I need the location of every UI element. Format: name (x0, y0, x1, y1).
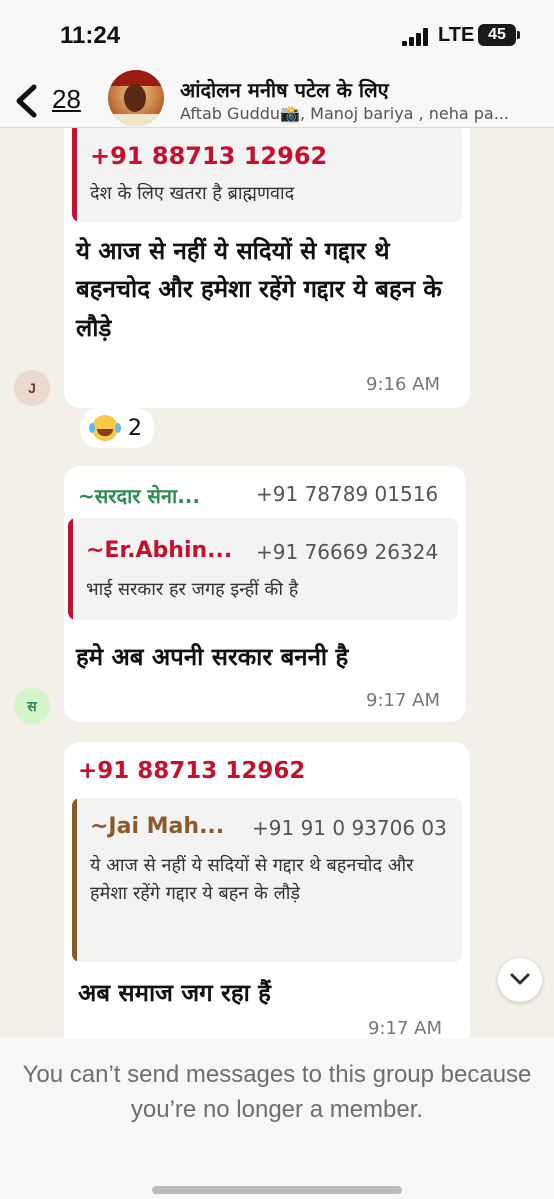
message-time: 9:17 AM (368, 1018, 442, 1038)
battery-icon: 45 (478, 24, 520, 46)
quoted-sender: ~Er.Abhin... (86, 538, 233, 563)
sender-phone: +91 78789 01516 (256, 482, 439, 506)
quoted-text: ये आज से नहीं ये सदियों से गद्दार थे बहन… (90, 855, 414, 904)
composer-area: You can’t send messages to this group be… (0, 1038, 554, 1199)
unread-count: 28 (52, 84, 81, 114)
quoted-sender: ~Jai Mah... (90, 814, 225, 839)
quoted-text: देश के लिए खतरा है ब्राह्मणवाद (90, 183, 295, 204)
scroll-to-bottom-button[interactable] (498, 958, 542, 1002)
group-title[interactable]: आंदोलन मनीष पटेल के लिए (180, 76, 389, 103)
sender-avatar[interactable]: स (14, 688, 50, 724)
signal-icon (402, 28, 432, 46)
chat-header: 28 आंदोलन मनीष पटेल के लिए Aftab Guddu📸,… (0, 70, 554, 128)
message-bubble[interactable]: ~सरदार सेना... +91 78789 01516 ~Er.Abhin… (64, 466, 466, 722)
quoted-message[interactable]: ~Jai Mah... +91 91 0 93706 03 ये आज से न… (72, 798, 462, 962)
battery-level: 45 (488, 26, 506, 43)
quoted-text: भाई सरकार हर जगह इन्हीं की है (86, 579, 299, 600)
quoted-phone: +91 76669 26324 (256, 540, 439, 564)
quoted-phone: +91 91 0 93706 03 (252, 816, 447, 840)
sender-name[interactable]: +91 88713 12962 (78, 758, 305, 784)
clock: 11:24 (60, 22, 121, 49)
message-time: 9:16 AM (366, 374, 440, 395)
quoted-message[interactable]: ~Er.Abhin... +91 76669 26324 भाई सरकार ह… (68, 518, 458, 620)
chevron-down-icon (510, 973, 530, 985)
message-text: हमे अब अपनी सरकार बननी है (76, 643, 349, 671)
sender-name[interactable]: ~सरदार सेना... (78, 482, 200, 509)
message-bubble[interactable]: +91 88713 12962 देश के लिए खतरा है ब्राह… (64, 128, 470, 408)
not-member-notice: You can’t send messages to this group be… (22, 1061, 532, 1123)
reaction-count: 2 (128, 415, 142, 441)
message-list[interactable]: +91 88713 12962 देश के लिए खतरा है ब्राह… (0, 128, 554, 1038)
quoted-message[interactable]: +91 88713 12962 देश के लिए खतरा है ब्राह… (72, 128, 462, 222)
group-members[interactable]: Aftab Guddu📸, Manoj bariya , neha pa... (180, 104, 520, 123)
message-text: ये आज से नहीं ये सदियों से गद्दार थे बहन… (76, 237, 442, 342)
quoted-sender: +91 88713 12962 (90, 142, 328, 170)
laughing-emoji-icon (89, 415, 118, 441)
status-bar: 11:24 LTE 45 (0, 0, 554, 70)
chevron-left-icon (16, 84, 37, 118)
back-button[interactable]: 28 (8, 78, 98, 122)
network-label: LTE (438, 24, 475, 46)
home-indicator[interactable] (152, 1186, 402, 1194)
message-text: अब समाज जग रहा हैं (78, 979, 271, 1007)
sender-avatar[interactable]: J (14, 370, 50, 406)
message-bubble[interactable]: +91 88713 12962 ~Jai Mah... +91 91 0 937… (64, 742, 470, 1038)
message-time: 9:17 AM (366, 690, 440, 711)
group-avatar[interactable] (108, 70, 164, 126)
reaction-badge[interactable]: 2 (80, 408, 154, 448)
